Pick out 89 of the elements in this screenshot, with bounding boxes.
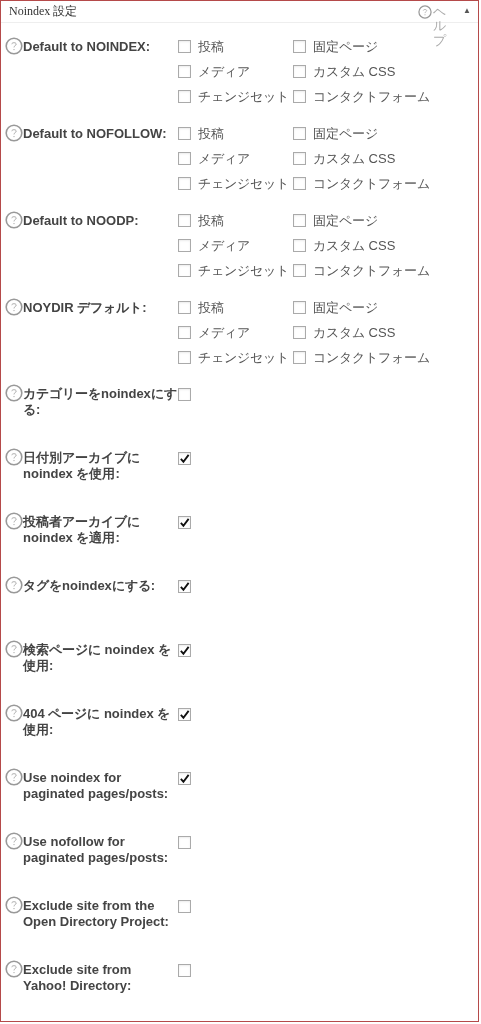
checkbox[interactable]	[293, 214, 306, 227]
option-label[interactable]: カスタム CSS	[313, 62, 396, 81]
checkbox[interactable]	[178, 127, 191, 140]
checkbox[interactable]	[178, 239, 191, 252]
checkbox[interactable]	[178, 964, 191, 977]
option-label[interactable]: 投稿	[198, 298, 224, 317]
option-label[interactable]: 投稿	[198, 124, 224, 143]
option-label[interactable]: カスタム CSS	[313, 236, 396, 255]
setting-label: Default to NOINDEX:	[23, 39, 152, 55]
checkbox[interactable]	[178, 772, 191, 785]
checkbox[interactable]	[178, 152, 191, 165]
checkbox[interactable]	[178, 580, 191, 593]
option-label[interactable]: メディア	[198, 236, 250, 255]
setting-label: 404 ページに noindex を使用:	[23, 706, 172, 738]
option-label[interactable]: チェンジセット	[198, 261, 289, 280]
help-icon[interactable]	[5, 704, 23, 722]
option-label[interactable]: コンタクトフォーム	[313, 174, 430, 193]
option-label[interactable]: チェンジセット	[198, 348, 289, 367]
option-label[interactable]: 固定ページ	[313, 124, 378, 143]
checkbox[interactable]	[178, 90, 191, 103]
checkbox[interactable]	[178, 452, 191, 465]
checkbox[interactable]	[178, 900, 191, 913]
option-label[interactable]: メディア	[198, 149, 250, 168]
help-icon[interactable]	[418, 5, 432, 19]
checkbox[interactable]	[178, 351, 191, 364]
setting-label: 投稿者アーカイブに noindex を適用:	[23, 514, 141, 546]
checkbox[interactable]	[178, 177, 191, 190]
checkbox[interactable]	[178, 388, 191, 401]
help-icon[interactable]	[5, 298, 23, 316]
setting-label: Default to NOODP:	[23, 213, 140, 229]
help-icon[interactable]	[5, 832, 23, 850]
checkbox[interactable]	[293, 127, 306, 140]
checkbox[interactable]	[293, 351, 306, 364]
setting-label: NOYDIR デフォルト:	[23, 300, 148, 316]
help-icon[interactable]	[5, 512, 23, 530]
checkbox[interactable]	[178, 516, 191, 529]
checkbox[interactable]	[178, 708, 191, 721]
help-icon[interactable]	[5, 124, 23, 142]
collapse-toggle[interactable]: ▲	[463, 6, 471, 15]
checkbox[interactable]	[293, 239, 306, 252]
help-icon[interactable]	[5, 448, 23, 466]
help-icon[interactable]	[5, 768, 23, 786]
checkbox[interactable]	[293, 301, 306, 314]
checkbox[interactable]	[178, 644, 191, 657]
setting-label: Use noindex for paginated pages/posts:	[23, 770, 170, 802]
help-icon[interactable]	[5, 960, 23, 978]
checkbox[interactable]	[178, 301, 191, 314]
checkbox[interactable]	[293, 326, 306, 339]
checkbox[interactable]	[293, 90, 306, 103]
option-label[interactable]: 固定ページ	[313, 37, 378, 56]
checkbox[interactable]	[293, 40, 306, 53]
help-icon[interactable]	[5, 211, 23, 229]
setting-label: タグをnoindexにする:	[23, 578, 157, 594]
option-label[interactable]: 投稿	[198, 37, 224, 56]
setting-label: Use nofollow for paginated pages/posts:	[23, 834, 170, 866]
option-label[interactable]: チェンジセット	[198, 87, 289, 106]
checkbox[interactable]	[293, 152, 306, 165]
option-label[interactable]: コンタクトフォーム	[313, 87, 430, 106]
checkbox[interactable]	[178, 65, 191, 78]
setting-label: 日付別アーカイブに noindex を使用:	[23, 450, 141, 482]
help-icon[interactable]	[5, 37, 23, 55]
checkbox[interactable]	[178, 264, 191, 277]
option-label[interactable]: チェンジセット	[198, 174, 289, 193]
option-label[interactable]: 投稿	[198, 211, 224, 230]
checkbox[interactable]	[293, 65, 306, 78]
option-label[interactable]: カスタム CSS	[313, 323, 396, 342]
checkbox[interactable]	[178, 40, 191, 53]
option-label[interactable]: メディア	[198, 323, 250, 342]
checkbox[interactable]	[293, 177, 306, 190]
option-label[interactable]: メディア	[198, 62, 250, 81]
checkbox[interactable]	[293, 264, 306, 277]
checkbox[interactable]	[178, 214, 191, 227]
setting-label: Exclude site from Yahoo! Directory:	[23, 962, 133, 994]
help-icon[interactable]	[5, 896, 23, 914]
setting-label: Default to NOFOLLOW:	[23, 126, 168, 142]
setting-label: 検索ページに noindex を使用:	[23, 642, 173, 674]
setting-label: Exclude site from the Open Directory Project:	[23, 898, 170, 930]
option-label[interactable]: 固定ページ	[313, 211, 378, 230]
checkbox[interactable]	[178, 836, 191, 849]
option-label[interactable]: カスタム CSS	[313, 149, 396, 168]
option-label[interactable]: 固定ページ	[313, 298, 378, 317]
help-icon[interactable]	[5, 384, 23, 402]
setting-label: カテゴリーをnoindexにする:	[23, 386, 177, 418]
help-icon[interactable]	[5, 576, 23, 594]
checkbox[interactable]	[178, 326, 191, 339]
option-label[interactable]: コンタクトフォーム	[313, 348, 430, 367]
option-label[interactable]: コンタクトフォーム	[313, 261, 430, 280]
panel-title: Noindex 設定	[9, 3, 78, 20]
help-icon[interactable]	[5, 640, 23, 658]
